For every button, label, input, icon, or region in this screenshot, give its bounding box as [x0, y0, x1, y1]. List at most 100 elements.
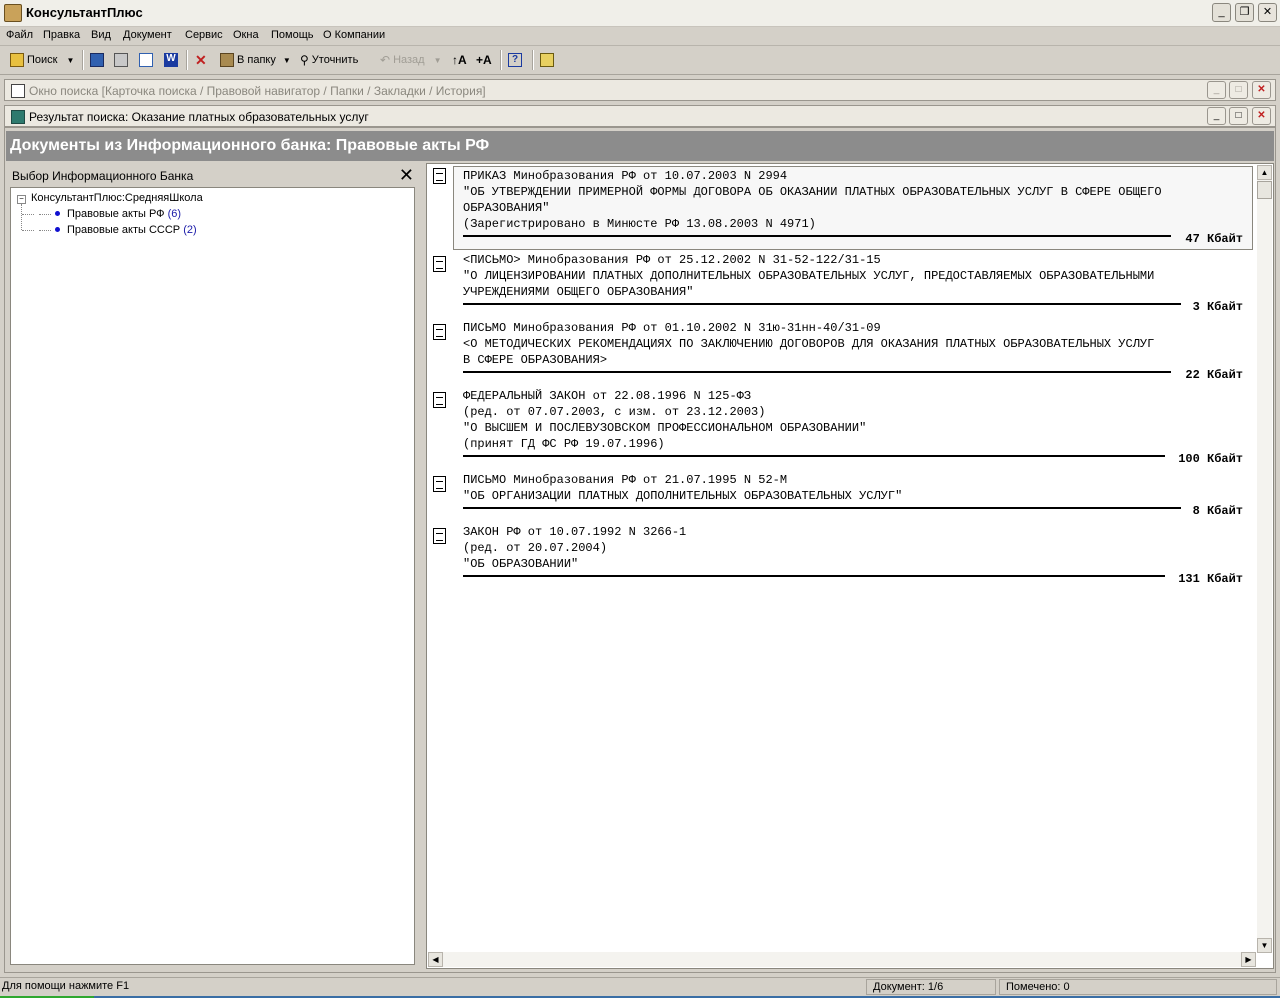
bullet-icon — [55, 227, 60, 232]
document-divider — [463, 507, 1181, 509]
delete-icon: ✕ — [195, 51, 207, 68]
document-line: (принят ГД ФС РФ 19.07.1996) — [463, 437, 665, 451]
menu-about[interactable]: О Компании — [323, 29, 385, 41]
scroll-thumb[interactable] — [1257, 181, 1272, 199]
search-button[interactable]: Поиск ▼ — [10, 51, 74, 69]
document-list-item[interactable]: ФЕДЕРАЛЬНЫЙ ЗАКОН от 22.08.1996 N 125-ФЗ… — [427, 388, 1273, 470]
tree-root-label[interactable]: КонсультантПлюс:СредняяШкола — [31, 192, 203, 204]
tree-connector — [22, 214, 34, 215]
menu-help[interactable]: Помощь — [271, 29, 314, 41]
document-icon — [433, 168, 446, 184]
scroll-down-icon[interactable]: ▼ — [1257, 938, 1272, 953]
document-line: <ПИСЬМО> Минобразования РФ от 25.12.2002… — [463, 253, 881, 267]
menu-view[interactable]: Вид — [91, 29, 111, 41]
export-word-button[interactable]: W — [164, 51, 178, 69]
to-folder-button[interactable]: В папку ▼ — [220, 51, 291, 69]
result-window-title: Результат поиска: Оказание платных образ… — [29, 110, 369, 124]
document-list-item[interactable]: <ПИСЬМО> Минобразования РФ от 25.12.2002… — [427, 252, 1273, 318]
tree-item-label: Правовые акты СССР — [67, 224, 181, 236]
document-list-item[interactable]: ПИСЬМО Минобразования РФ от 21.07.1995 N… — [427, 472, 1273, 522]
scroll-up-icon[interactable]: ▲ — [1257, 165, 1272, 180]
result-window-minimize-button[interactable]: _ — [1207, 107, 1226, 125]
toolbar: Поиск ▼ W ✕ В папку ▼ ⚲ Уточнить ↶ Назад… — [0, 46, 1280, 75]
minimize-button[interactable]: _ — [1212, 3, 1231, 22]
document-size: 131 Кбайт — [1178, 572, 1243, 586]
to-folder-label: В папку — [237, 54, 276, 66]
font-smaller-button[interactable]: +А — [476, 51, 492, 69]
result-window-close-button[interactable]: ✕ — [1252, 107, 1271, 125]
document-list-item[interactable]: ЗАКОН РФ от 10.07.1992 N 3266-1 (ред. от… — [427, 524, 1273, 590]
document-line: ОБРАЗОВАНИЯ" — [463, 201, 550, 215]
search-window-close-button[interactable]: ✕ — [1252, 81, 1271, 99]
menu-edit[interactable]: Правка — [43, 29, 80, 41]
document-size: 47 Кбайт — [1185, 232, 1243, 246]
tree-connector — [39, 214, 51, 215]
document-line: (ред. от 07.07.2003, с изм. от 23.12.200… — [463, 405, 766, 419]
scroll-left-icon[interactable]: ◀ — [428, 952, 443, 967]
tree-item-ussr-acts[interactable]: Правовые акты СССР (2) — [67, 224, 197, 236]
menu-bar: Файл Правка Вид Документ Сервис Окна Пом… — [0, 26, 1280, 46]
result-header: Документы из Информационного банка: Прав… — [6, 131, 1274, 161]
horizontal-scrollbar[interactable]: ◀ ▶ — [428, 952, 1256, 967]
font-larger-button[interactable]: ↑А — [452, 51, 467, 69]
document-line: ПИСЬМО Минобразования РФ от 21.07.1995 N… — [463, 473, 788, 487]
menu-windows[interactable]: Окна — [233, 29, 259, 41]
menu-file[interactable]: Файл — [6, 29, 33, 41]
document-list-item[interactable]: ПИСЬМО Минобразования РФ от 01.10.2002 N… — [427, 320, 1273, 386]
tree-connector — [21, 204, 22, 230]
menu-document[interactable]: Документ — [123, 29, 172, 41]
refine-button[interactable]: ⚲ Уточнить — [300, 51, 358, 69]
document-divider — [463, 371, 1171, 373]
menu-service[interactable]: Сервис — [185, 29, 223, 41]
tips-icon — [540, 53, 554, 67]
tips-button[interactable] — [540, 51, 554, 69]
save-icon — [90, 53, 104, 67]
document-line: <О МЕТОДИЧЕСКИХ РЕКОМЕНДАЦИЯХ ПО ЗАКЛЮЧЕ… — [463, 337, 1155, 351]
tree-item-count: (6) — [167, 208, 182, 220]
search-window-titlebar[interactable]: Окно поиска [Карточка поиска / Правовой … — [4, 79, 1276, 101]
toolbar-separator — [186, 50, 188, 70]
document-line: "О ЛИЦЕНЗИРОВАНИИ ПЛАТНЫХ ДОПОЛНИТЕЛЬНЫХ… — [463, 269, 1155, 283]
document-size: 3 Кбайт — [1192, 300, 1243, 314]
document-icon — [433, 392, 446, 408]
result-window-maximize-button[interactable]: □ — [1229, 107, 1248, 125]
document-line: "ОБ ОРГАНИЗАЦИИ ПЛАТНЫХ ДОПОЛНИТЕЛЬНЫХ О… — [463, 489, 903, 503]
document-list-item[interactable]: ПРИКАЗ Минобразования РФ от 10.07.2003 N… — [427, 164, 1273, 250]
tree-collapse-icon[interactable]: − — [17, 195, 26, 204]
status-document: Документ: 1/6 — [866, 979, 996, 995]
document-line: ФЕДЕРАЛЬНЫЙ ЗАКОН от 22.08.1996 N 125-ФЗ — [463, 389, 752, 403]
toolbar-separator — [82, 50, 84, 70]
document-size: 22 Кбайт — [1185, 368, 1243, 382]
context-help-button[interactable]: ? — [508, 51, 522, 69]
bank-panel-close-icon[interactable]: ✕ — [399, 165, 414, 186]
document-line: УЧРЕЖДЕНИЯМИ ОБЩЕГО ОБРАЗОВАНИЯ" — [463, 285, 694, 299]
save-button[interactable] — [90, 51, 104, 69]
document-divider — [463, 455, 1165, 457]
back-button[interactable]: ↶ Назад ▼ — [380, 51, 442, 69]
document-line: (ред. от 20.07.2004) — [463, 541, 608, 555]
scroll-right-icon[interactable]: ▶ — [1241, 952, 1256, 967]
preview-button[interactable] — [139, 51, 153, 69]
dropdown-arrow-icon: ▼ — [282, 55, 291, 65]
refine-label: Уточнить — [311, 54, 359, 66]
result-window-icon — [11, 110, 25, 124]
tree-item-count: (2) — [183, 224, 197, 236]
delete-button[interactable]: ✕ — [195, 51, 207, 69]
preview-icon — [139, 53, 153, 67]
tree-item-label: Правовые акты РФ — [67, 208, 165, 220]
document-list: ПРИКАЗ Минобразования РФ от 10.07.2003 N… — [426, 163, 1274, 969]
vertical-scrollbar[interactable]: ▲ ▼ — [1257, 165, 1272, 953]
bullet-icon — [55, 211, 60, 216]
search-window-minimize-button[interactable]: _ — [1207, 81, 1226, 99]
binoculars-icon: ⚲ — [300, 53, 309, 67]
search-window-maximize-button[interactable]: □ — [1229, 81, 1248, 99]
close-button[interactable]: ✕ — [1258, 3, 1277, 22]
search-window-title: Окно поиска [Карточка поиска / Правовой … — [29, 84, 486, 98]
document-line: ПРИКАЗ Минобразования РФ от 10.07.2003 N… — [463, 169, 788, 183]
tree-item-rf-acts[interactable]: Правовые акты РФ (6) — [67, 208, 181, 220]
dropdown-arrow-icon: ▼ — [66, 55, 75, 65]
word-icon: W — [164, 53, 178, 67]
print-button[interactable] — [114, 51, 128, 69]
result-window-titlebar[interactable]: Результат поиска: Оказание платных образ… — [4, 105, 1276, 127]
restore-button[interactable]: ❐ — [1235, 3, 1254, 22]
